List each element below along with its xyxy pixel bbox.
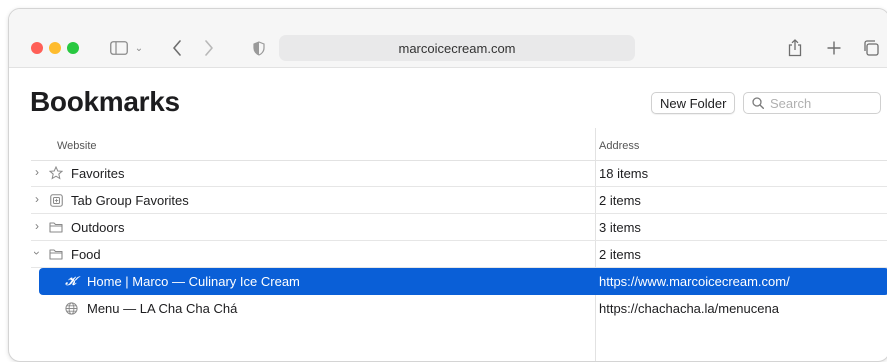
sidebar-icon[interactable] — [109, 37, 129, 59]
search-input[interactable] — [770, 95, 875, 111]
bookmark-title: Menu — LA Cha Cha Chá — [87, 301, 238, 316]
close-window-button[interactable] — [31, 42, 43, 54]
folder-icon — [49, 247, 63, 261]
column-header-address[interactable]: Address — [599, 140, 639, 152]
bookmarks-page: Bookmarks New Folder Website Address › F… — [9, 68, 887, 361]
tab-overview-icon[interactable] — [861, 37, 881, 59]
new-folder-button[interactable]: New Folder — [651, 92, 736, 114]
toolbar: ⌄ marcoicecream.com — [9, 9, 887, 68]
disclosure-chevron-right-icon[interactable]: › — [31, 165, 43, 179]
bookmark-row-food[interactable]: › Food 2 items — [30, 241, 887, 268]
site-favicon-icon: 𝒦 — [65, 273, 77, 288]
bookmark-row-cha-cha-cha[interactable]: Menu — LA Cha Cha Chá https://chachacha.… — [31, 295, 887, 321]
bookmark-address: https://chachacha.la/menucena — [599, 301, 779, 316]
minimize-window-button[interactable] — [49, 42, 61, 54]
bookmark-address: 18 items — [599, 166, 649, 181]
bookmark-title: Food — [71, 247, 101, 262]
bookmark-address: https://www.marcoicecream.com/ — [599, 274, 790, 289]
disclosure-chevron-down-icon[interactable]: › — [30, 247, 44, 259]
tab-group-icon — [49, 193, 63, 207]
bookmark-row-favorites[interactable]: › Favorites 18 items — [31, 160, 887, 187]
bookmark-title: Home | Marco — Culinary Ice Cream — [87, 274, 300, 289]
globe-icon — [64, 301, 78, 315]
back-icon[interactable] — [169, 37, 185, 59]
bookmark-address: 2 items — [599, 247, 641, 262]
address-text: marcoicecream.com — [398, 40, 516, 56]
bookmark-address: 2 items — [599, 193, 641, 208]
bookmark-list: › Favorites 18 items › Tab Group Favorit… — [30, 160, 887, 321]
bookmark-title: Tab Group Favorites — [71, 193, 189, 208]
bookmark-row-outdoors[interactable]: › Outdoors 3 items — [31, 214, 887, 241]
new-tab-plus-icon[interactable] — [824, 37, 844, 59]
sidebar-menu-chevron-icon[interactable]: ⌄ — [133, 37, 145, 59]
star-icon — [49, 166, 63, 180]
zoom-window-button[interactable] — [67, 42, 79, 54]
search-field[interactable] — [743, 92, 881, 114]
table-header: Website Address — [31, 134, 887, 161]
folder-icon — [49, 220, 63, 234]
forward-icon[interactable] — [201, 37, 217, 59]
disclosure-chevron-right-icon[interactable]: › — [31, 192, 43, 206]
bookmark-row-tab-group-favorites[interactable]: › Tab Group Favorites 2 items — [31, 187, 887, 214]
disclosure-chevron-right-icon[interactable]: › — [31, 219, 43, 233]
browser-window: ⌄ marcoicecream.com Bookmarks New Folder — [8, 8, 887, 362]
page-title: Bookmarks — [30, 86, 180, 117]
column-header-website[interactable]: Website — [57, 140, 97, 152]
bookmark-title: Outdoors — [71, 220, 125, 235]
bookmark-row-marco-ice-cream[interactable]: 𝒦 Home | Marco — Culinary Ice Cream http… — [39, 268, 887, 295]
address-bar[interactable]: marcoicecream.com — [279, 35, 635, 61]
bookmark-address: 3 items — [599, 220, 641, 235]
bookmark-title: Favorites — [71, 166, 125, 181]
share-icon[interactable] — [785, 37, 805, 59]
privacy-shield-icon[interactable] — [251, 37, 267, 59]
search-icon — [752, 97, 764, 109]
